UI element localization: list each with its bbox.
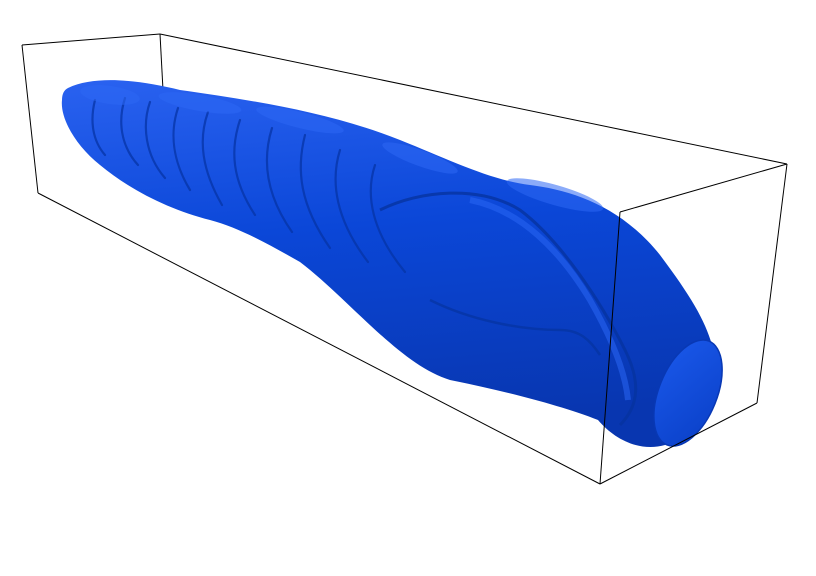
box-edge: [21, 33, 161, 46]
box-edge: [756, 163, 788, 404]
render-viewport: [0, 0, 816, 576]
box-edge: [159, 33, 164, 91]
box-edge: [619, 163, 788, 213]
tube-body: [61, 80, 713, 448]
blue-tube-surface: [61, 80, 723, 448]
box-edge: [21, 44, 39, 194]
scene-canvas: [21, 33, 788, 485]
